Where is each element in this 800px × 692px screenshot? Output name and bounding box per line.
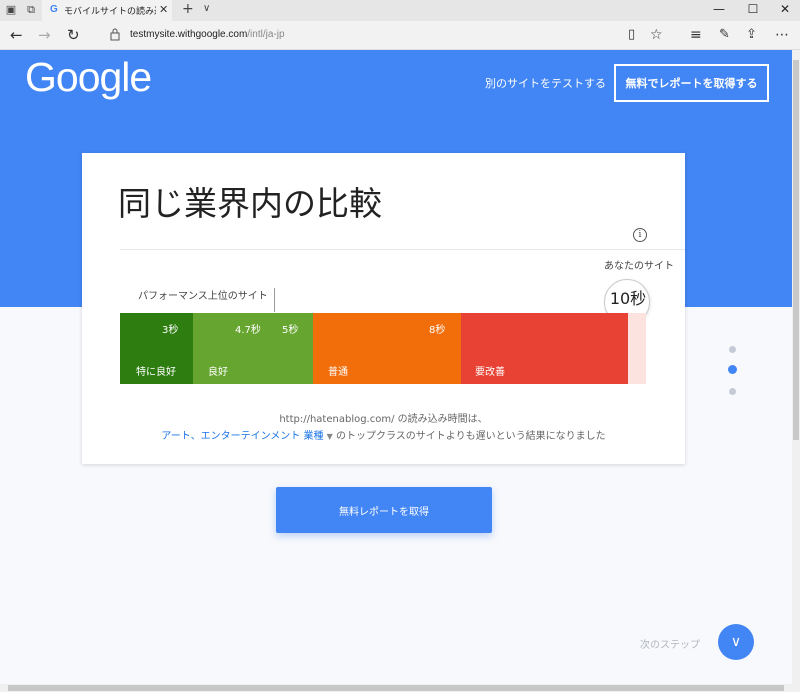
next-step-label: 次のステップ (640, 640, 700, 651)
get-report-button[interactable]: 無料レポートを取得 (276, 487, 492, 533)
google-logo[interactable]: Google (25, 54, 152, 101)
segment-value: 8秒 (429, 325, 446, 336)
page-dot-2[interactable] (728, 365, 737, 374)
chevron-down-icon[interactable]: ∨ (203, 3, 210, 14)
tab-preview-icon[interactable]: ⧉ (24, 4, 38, 16)
horizontal-scroll-thumb[interactable] (8, 685, 784, 691)
window-close-icon[interactable]: ✕ (775, 2, 795, 16)
segment-excellent: 3秒 特に良好 (120, 313, 193, 384)
card-title: 同じ業界内の比較 (118, 184, 382, 223)
segment-value: 4.7秒 (235, 325, 261, 336)
favorite-star-icon[interactable]: ☆ (650, 26, 663, 44)
segment-needs-improvement: 要改善 (461, 313, 628, 384)
reading-view-icon[interactable]: ▯ (628, 26, 635, 44)
vertical-scroll-thumb[interactable] (793, 60, 799, 440)
result-text-rest: のトップクラスのサイトよりも遅いという結果になりました (336, 431, 606, 442)
hub-icon[interactable]: ≡ (690, 26, 702, 44)
more-icon[interactable]: ⋯ (775, 26, 789, 44)
new-tab-icon[interactable]: + (182, 1, 194, 17)
segment-label: 良好 (208, 367, 228, 378)
back-icon[interactable]: ← (10, 26, 23, 44)
segment-label: 普通 (328, 367, 348, 378)
address-bar: ← → ↻ testmysite.withgoogle.com/intl/ja-… (0, 21, 800, 50)
segment-average: 8秒 普通 (313, 313, 461, 384)
chevron-down-icon: ∨ (730, 634, 742, 650)
tab-manager-icon[interactable]: ▣ (4, 4, 18, 16)
segment-label: 特に良好 (136, 367, 176, 378)
favicon-icon: G (50, 4, 58, 15)
page-dot-1[interactable] (729, 346, 736, 353)
your-site-label: あなたのサイト (604, 261, 674, 272)
caret-down-icon[interactable]: ▼ (327, 432, 333, 441)
test-other-site-link[interactable]: 別のサイトをテストする (485, 75, 606, 91)
minimize-icon[interactable]: — (709, 2, 729, 16)
close-tab-icon[interactable]: ✕ (159, 3, 168, 16)
result-text: http://hatenablog.com/ の読み込み時間は、 (279, 414, 488, 425)
segment-value: 3秒 (162, 325, 179, 336)
maximize-icon[interactable]: ☐ (743, 2, 763, 16)
divider (120, 249, 685, 250)
page-dot-3[interactable] (729, 388, 736, 395)
segment-label: 要改善 (475, 367, 505, 378)
share-icon[interactable]: ⇪ (746, 26, 757, 44)
segment-value-2: 5秒 (282, 325, 299, 336)
segment-overflow (628, 313, 646, 384)
web-note-icon[interactable]: ✎ (719, 26, 730, 44)
category-dropdown[interactable]: アート、エンターテインメント 業種 (161, 431, 323, 442)
segment-good: 4.7秒 5秒 良好 (193, 313, 313, 384)
next-step-button[interactable]: ∨ (718, 624, 754, 660)
refresh-icon[interactable]: ↻ (67, 26, 80, 44)
get-free-report-button[interactable]: 無料でレポートを取得する (614, 64, 769, 102)
comparison-card: 同じ業界内の比較 i あなたのサイト 10秒 パフォーマンス上位のサイト 3秒 … (82, 153, 685, 464)
url-field[interactable]: testmysite.withgoogle.com/intl/ja-jp (130, 29, 285, 40)
top-sites-tick (274, 288, 275, 312)
top-sites-label: パフォーマンス上位のサイト (138, 291, 268, 302)
browser-tab[interactable]: G モバイルサイトの読み込み速 ✕ (42, 0, 172, 21)
lock-icon (110, 28, 120, 41)
your-site-value: 10秒 (609, 289, 647, 308)
forward-icon[interactable]: → (38, 26, 51, 44)
info-icon[interactable]: i (633, 228, 647, 242)
result-text-2: アート、エンターテインメント 業種 ▼ のトップクラスのサイトよりも遅いという結… (82, 427, 685, 442)
tab-title: モバイルサイトの読み込み速 (64, 7, 156, 17)
